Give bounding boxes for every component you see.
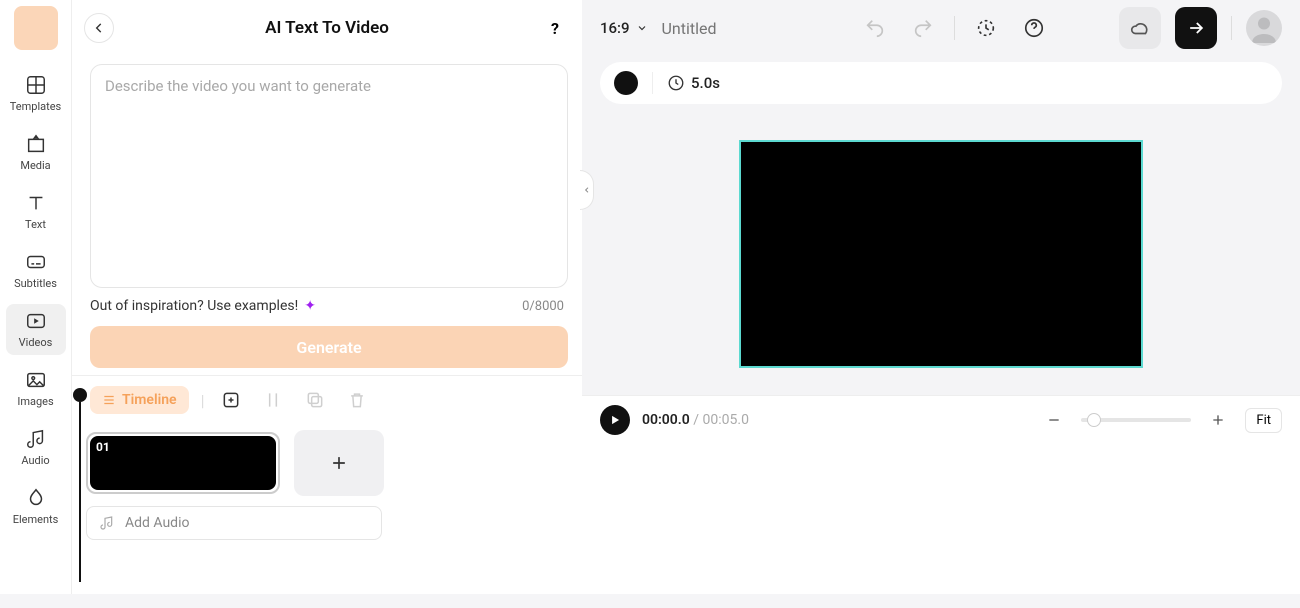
add-scene-button[interactable] — [216, 385, 246, 415]
sidebar-item-label: Images — [17, 395, 53, 408]
redo-button[interactable] — [906, 11, 940, 45]
media-icon — [25, 133, 47, 155]
play-icon — [608, 413, 622, 427]
timeline-icon — [102, 393, 116, 407]
zoom-in-button[interactable] — [1201, 403, 1235, 437]
sidebar-item-images[interactable]: Images — [6, 363, 66, 414]
sidebar-item-audio[interactable]: Audio — [6, 422, 66, 473]
sidebar-item-templates[interactable]: Templates — [6, 68, 66, 119]
sidebar-item-elements[interactable]: Elements — [6, 481, 66, 532]
history-button[interactable] — [969, 11, 1003, 45]
delete-button[interactable] — [342, 385, 372, 415]
redo-icon — [912, 17, 934, 39]
zoom-out-button[interactable] — [1037, 403, 1071, 437]
user-avatar[interactable] — [1246, 10, 1282, 46]
split-button[interactable] — [258, 385, 288, 415]
help-button[interactable]: ? — [540, 13, 570, 43]
split-icon — [263, 390, 283, 410]
chevron-down-icon — [636, 22, 648, 34]
elements-icon — [25, 487, 47, 509]
scene-color-swatch[interactable] — [614, 71, 638, 95]
help-top-button[interactable] — [1017, 11, 1051, 45]
export-button[interactable] — [1175, 7, 1217, 49]
sidebar-item-media[interactable]: Media — [6, 127, 66, 178]
sidebar-item-label: Templates — [10, 100, 61, 113]
sidebar-item-videos[interactable]: Videos — [6, 304, 66, 355]
add-clip-button[interactable] — [294, 430, 384, 496]
sparkle-icon: ✦ — [304, 298, 316, 314]
generate-button[interactable]: Generate — [90, 326, 568, 368]
text-icon — [25, 192, 47, 214]
subtitles-icon — [25, 251, 47, 273]
add-icon — [221, 390, 241, 410]
cloud-icon — [1129, 17, 1151, 39]
clip-number: 01 — [96, 440, 110, 454]
app-logo[interactable] — [14, 6, 58, 50]
images-icon — [25, 369, 47, 391]
char-counter: 0/8000 — [522, 299, 564, 314]
avatar-icon — [1246, 10, 1282, 46]
videos-icon — [25, 310, 47, 332]
undo-icon — [864, 17, 886, 39]
sidebar-item-label: Subtitles — [14, 277, 57, 290]
sidebar-item-text[interactable]: Text — [6, 186, 66, 237]
minus-icon — [1046, 412, 1062, 428]
fit-button[interactable]: Fit — [1245, 408, 1282, 433]
audio-icon — [99, 515, 115, 531]
templates-icon — [25, 74, 47, 96]
sidebar-item-subtitles[interactable]: Subtitles — [6, 245, 66, 296]
prompt-textarea[interactable] — [105, 77, 553, 275]
plus-icon — [1210, 412, 1226, 428]
copy-button[interactable] — [300, 385, 330, 415]
playback-time: 00:00.0 / 00:05.0 — [642, 412, 749, 428]
trash-icon — [347, 390, 367, 410]
play-button[interactable] — [600, 405, 630, 435]
help-icon — [1023, 17, 1045, 39]
scene-duration: 5.0s — [691, 74, 720, 92]
arrow-right-icon — [1186, 18, 1206, 38]
timeline-toggle[interactable]: Timeline — [90, 386, 189, 414]
scene-info-bar: 5.0s — [600, 62, 1282, 104]
sidebar-item-label: Media — [20, 159, 50, 172]
back-button[interactable] — [84, 13, 114, 43]
chevron-left-icon — [583, 185, 591, 195]
sidebar-item-label: Text — [25, 218, 46, 231]
panel-title: AI Text To Video — [265, 18, 389, 38]
cloud-save-button[interactable] — [1119, 7, 1161, 49]
undo-button[interactable] — [858, 11, 892, 45]
clock-icon — [667, 74, 685, 92]
chevron-left-icon — [92, 21, 106, 35]
plus-icon — [329, 453, 349, 473]
copy-icon — [305, 390, 325, 410]
project-title-input[interactable] — [662, 19, 782, 38]
aspect-ratio-dropdown[interactable]: 16:9 — [600, 19, 648, 37]
zoom-slider[interactable] — [1081, 418, 1191, 422]
history-icon — [975, 17, 997, 39]
sidebar-item-label: Elements — [13, 513, 59, 526]
inspiration-link[interactable]: Out of inspiration? Use examples! ✦ — [90, 298, 316, 314]
sidebar-item-label: Audio — [21, 454, 49, 467]
prompt-textarea-wrap — [90, 64, 568, 288]
add-audio-button[interactable]: Add Audio — [86, 506, 382, 540]
video-canvas[interactable] — [739, 140, 1143, 368]
playhead[interactable] — [78, 388, 82, 608]
audio-icon — [25, 428, 47, 450]
scene-clip-1[interactable]: 01 — [86, 432, 280, 494]
sidebar-item-label: Videos — [19, 336, 53, 349]
